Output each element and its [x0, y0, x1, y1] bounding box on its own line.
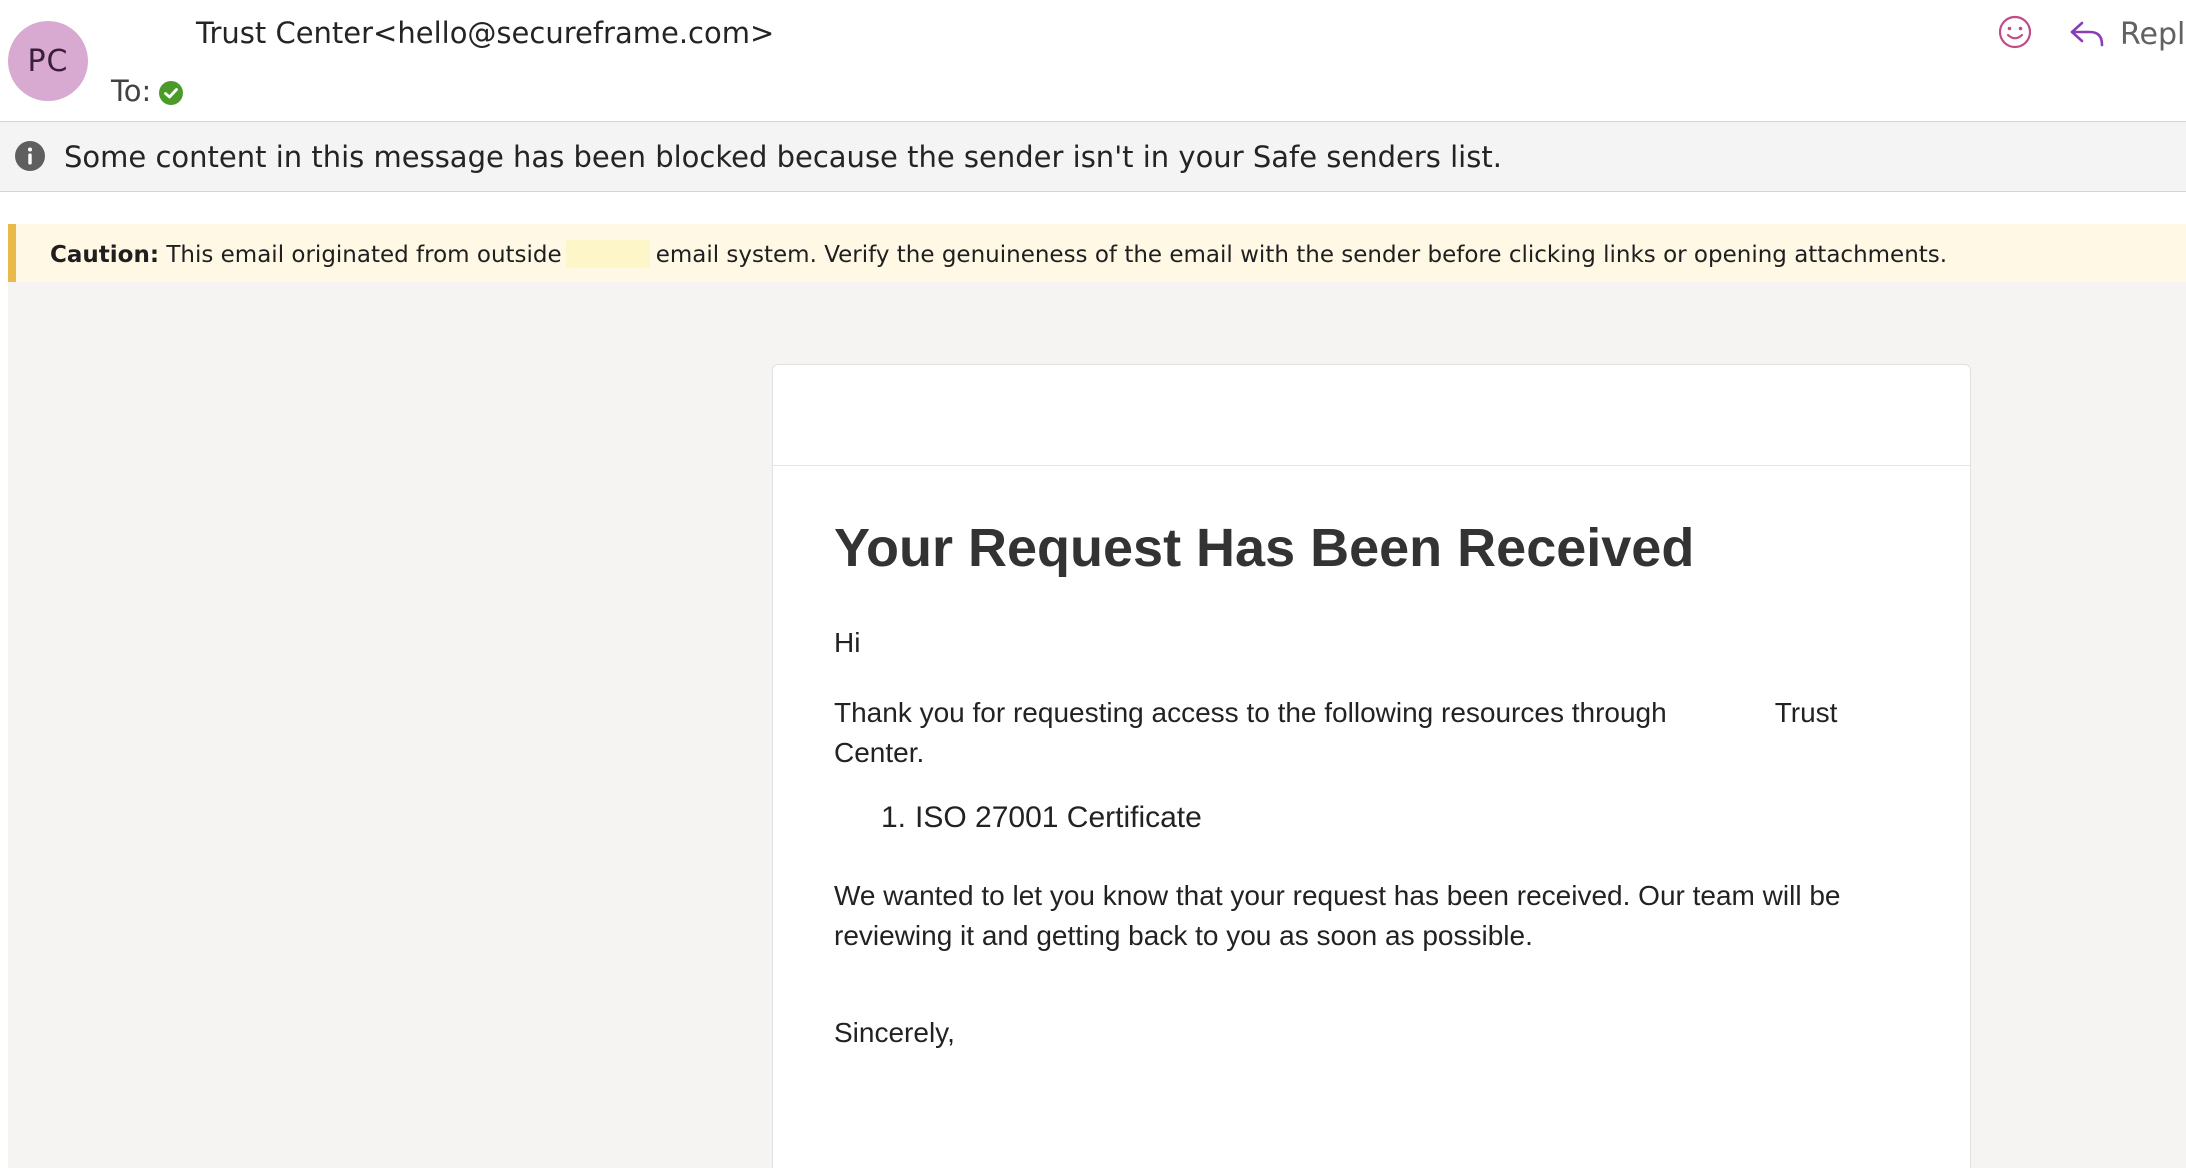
infobar-message: Some content in this message has been bl… [64, 140, 1502, 174]
caution-accent-bar [8, 224, 16, 282]
verified-check-icon[interactable] [158, 80, 184, 106]
email-card: Your Request Has Been Received Hi Thank … [772, 364, 1971, 1168]
email-reading-pane: PC Trust Center<hello@secureframe.com> T… [0, 0, 2186, 1168]
list-item-number: 1. [881, 801, 907, 834]
sender-avatar[interactable]: PC [8, 21, 88, 101]
to-label: To: [111, 74, 152, 108]
card-header [773, 365, 1970, 466]
email-title: Your Request Has Been Received [834, 518, 1695, 578]
reply-label: Reply [2120, 16, 2186, 52]
caution-label: Caution: [50, 242, 160, 268]
avatar-initials: PC [27, 43, 69, 79]
reply-arrow-icon [2070, 21, 2104, 47]
list-item: 1. ISO 27001 Certificate [881, 801, 1202, 835]
caution-text-after: email system. Verify the genuineness of … [655, 242, 1948, 268]
sender-name[interactable]: Trust Center<hello@secureframe.com> [196, 16, 774, 50]
intro-paragraph: Thank you for requesting access to the f… [834, 693, 1864, 773]
caution-banner: Caution: This email originated from outs… [8, 224, 2186, 282]
list-item-name: ISO 27001 Certificate [915, 801, 1202, 834]
greeting: Hi [834, 627, 861, 658]
caution-text: Caution: This email originated from outs… [50, 240, 1947, 268]
message-header: PC Trust Center<hello@secureframe.com> T… [0, 0, 2186, 121]
caution-text-before: This email originated from outside [166, 242, 562, 268]
body-paragraph: We wanted to let you know that your requ… [834, 880, 1841, 951]
resource-list: 1. ISO 27001 Certificate [881, 801, 1202, 835]
blocked-content-infobar: Some content in this message has been bl… [0, 121, 2186, 192]
intro-text-before: Thank you for requesting access to the f… [834, 697, 1667, 728]
info-icon [15, 141, 45, 171]
reply-button[interactable]: Reply [2068, 12, 2186, 56]
redacted-org-name [565, 240, 650, 268]
signoff: Sincerely, [834, 1017, 955, 1048]
smiley-icon[interactable] [1997, 14, 2033, 50]
